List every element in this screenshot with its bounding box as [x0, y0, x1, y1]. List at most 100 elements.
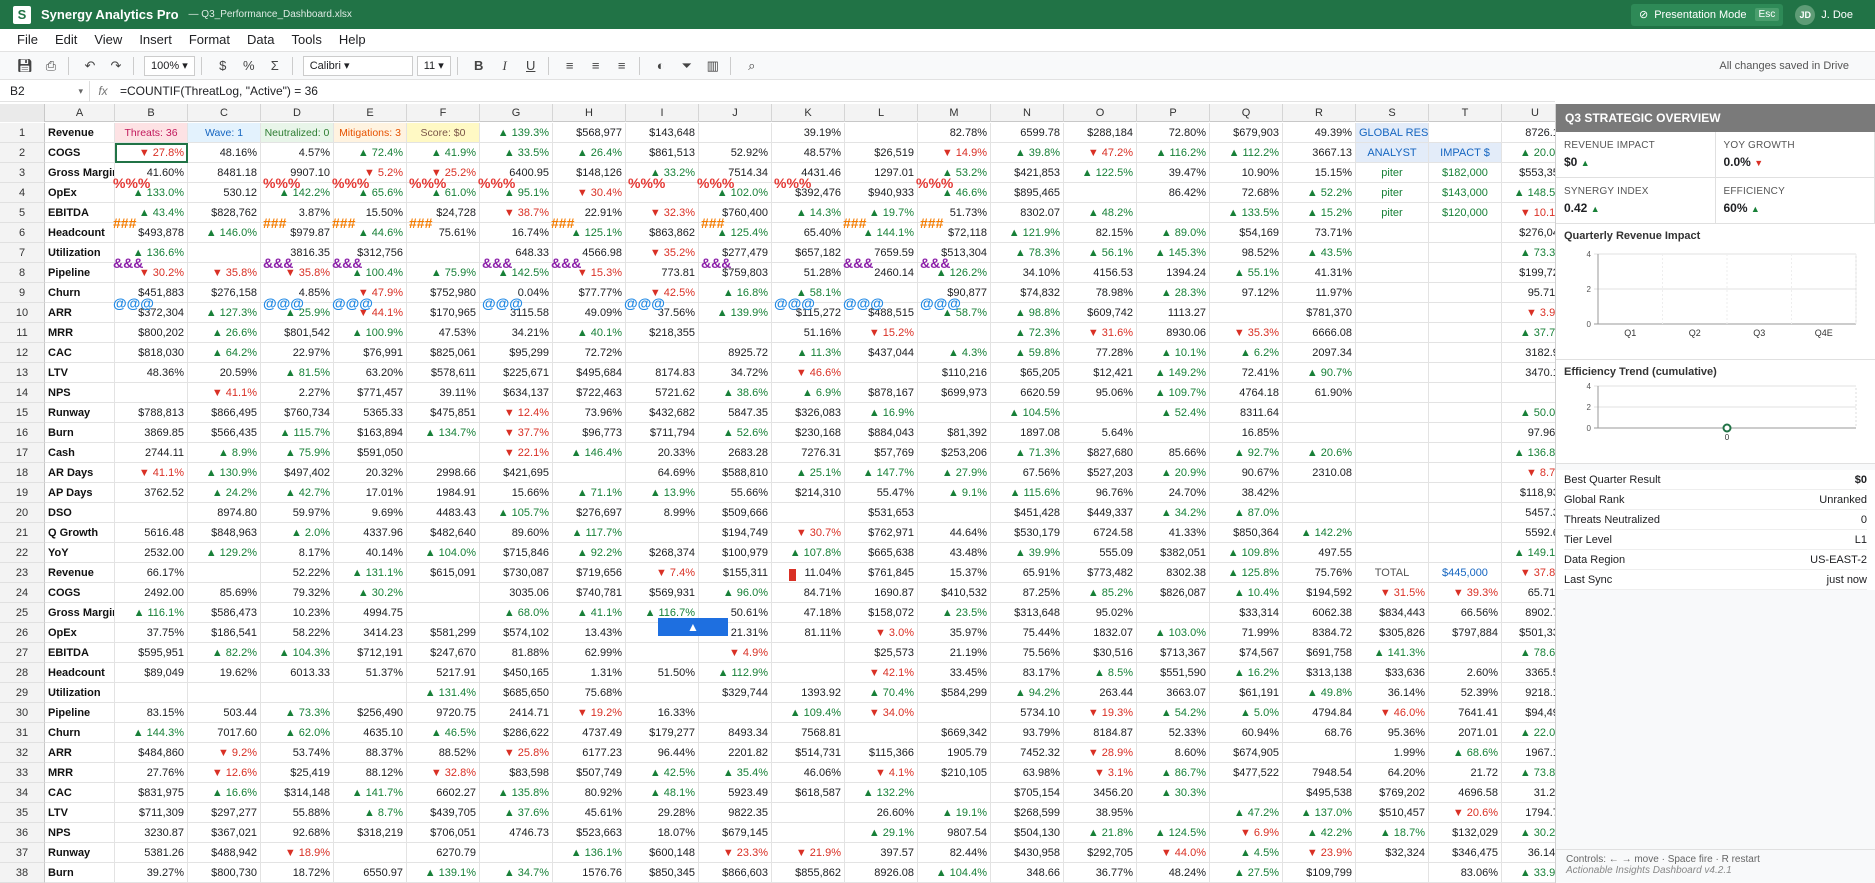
cell-n10[interactable]: ▲ 98.8%: [991, 303, 1064, 323]
cell-j13[interactable]: 34.72%: [699, 363, 772, 383]
cell-u15[interactable]: ▲ 50.0%: [1502, 403, 1555, 423]
cell-h24[interactable]: $740,781: [553, 583, 626, 603]
cell-m26[interactable]: 35.97%: [918, 623, 991, 643]
cell-n13[interactable]: $65,205: [991, 363, 1064, 383]
cell-n3[interactable]: $421,853: [991, 163, 1064, 183]
cell-e12[interactable]: $76,991: [334, 343, 407, 363]
cell-m4[interactable]: ▲ 46.6%: [918, 183, 991, 203]
cell-u13[interactable]: 3470.16: [1502, 363, 1555, 383]
cell-k21[interactable]: ▼ 30.7%: [772, 523, 845, 543]
cell-t17[interactable]: [1429, 443, 1502, 463]
cell-b31[interactable]: ▲ 144.3%: [115, 723, 188, 743]
cell-t8[interactable]: [1429, 263, 1502, 283]
cell-d30[interactable]: ▲ 73.3%: [261, 703, 334, 723]
cell-a2[interactable]: COGS: [45, 143, 115, 163]
cell-f25[interactable]: [407, 603, 480, 623]
cell-q32[interactable]: $674,905: [1210, 743, 1283, 763]
cell-t2[interactable]: IMPACT $: [1429, 143, 1502, 163]
cell-a34[interactable]: CAC: [45, 783, 115, 803]
cell-o6[interactable]: 82.15%: [1064, 223, 1137, 243]
cell-c20[interactable]: 8974.80: [188, 503, 261, 523]
cell-c11[interactable]: ▲ 26.6%: [188, 323, 261, 343]
cell-f35[interactable]: $439,705: [407, 803, 480, 823]
cell-r31[interactable]: 68.76: [1283, 723, 1356, 743]
row-header[interactable]: 19: [0, 483, 45, 503]
cell-r5[interactable]: ▲ 15.2%: [1283, 203, 1356, 223]
cell-u12[interactable]: 3182.97: [1502, 343, 1555, 363]
cell-f18[interactable]: 2998.66: [407, 463, 480, 483]
cell-k1[interactable]: 39.19%: [772, 123, 845, 143]
cell-c17[interactable]: ▲ 8.9%: [188, 443, 261, 463]
cell-b27[interactable]: $595,951: [115, 643, 188, 663]
cell-m1[interactable]: 82.78%: [918, 123, 991, 143]
cell-f16[interactable]: ▲ 134.7%: [407, 423, 480, 443]
cell-e3[interactable]: ▼ 5.2%: [334, 163, 407, 183]
column-header-u[interactable]: U: [1502, 104, 1555, 122]
cell-s9[interactable]: [1356, 283, 1429, 303]
cell-p3[interactable]: 39.47%: [1137, 163, 1210, 183]
cell-d4[interactable]: ▲ 142.2%: [261, 183, 334, 203]
cell-j1[interactable]: [699, 123, 772, 143]
cell-m6[interactable]: $72,118: [918, 223, 991, 243]
cell-s38[interactable]: [1356, 863, 1429, 883]
cell-i22[interactable]: $268,374: [626, 543, 699, 563]
cell-k3[interactable]: 4431.46: [772, 163, 845, 183]
cell-e9[interactable]: ▼ 47.9%: [334, 283, 407, 303]
cell-h23[interactable]: $719,656: [553, 563, 626, 583]
cell-d28[interactable]: 6013.33: [261, 663, 334, 683]
cell-n31[interactable]: 93.79%: [991, 723, 1064, 743]
cell-u32[interactable]: 1967.10: [1502, 743, 1555, 763]
cell-b15[interactable]: $788,813: [115, 403, 188, 423]
cell-a22[interactable]: YoY: [45, 543, 115, 563]
cell-f23[interactable]: $615,091: [407, 563, 480, 583]
cell-u10[interactable]: ▼ 3.9%: [1502, 303, 1555, 323]
cell-f28[interactable]: 5217.91: [407, 663, 480, 683]
cell-c6[interactable]: ▲ 146.0%: [188, 223, 261, 243]
cell-l7[interactable]: 7659.59: [845, 243, 918, 263]
row-header[interactable]: 27: [0, 643, 45, 663]
cell-e23[interactable]: ▲ 131.1%: [334, 563, 407, 583]
cell-c33[interactable]: ▼ 12.6%: [188, 763, 261, 783]
cell-c29[interactable]: [188, 683, 261, 703]
cell-r2[interactable]: 3667.13: [1283, 143, 1356, 163]
menu-format[interactable]: Format: [189, 32, 230, 47]
cell-r33[interactable]: 7948.54: [1283, 763, 1356, 783]
cell-s36[interactable]: ▲ 18.7%: [1356, 823, 1429, 843]
cell-a14[interactable]: NPS: [45, 383, 115, 403]
cell-t21[interactable]: [1429, 523, 1502, 543]
cell-k26[interactable]: 81.11%: [772, 623, 845, 643]
cell-r3[interactable]: 15.15%: [1283, 163, 1356, 183]
cell-m30[interactable]: [918, 703, 991, 723]
cell-e22[interactable]: 40.14%: [334, 543, 407, 563]
cell-b1[interactable]: Threats: 36: [115, 123, 188, 143]
cell-d36[interactable]: 92.68%: [261, 823, 334, 843]
cell-o13[interactable]: $12,421: [1064, 363, 1137, 383]
cell-c21[interactable]: $848,963: [188, 523, 261, 543]
row-header[interactable]: 13: [0, 363, 45, 383]
cell-g30[interactable]: 2414.71: [480, 703, 553, 723]
cell-c22[interactable]: ▲ 129.2%: [188, 543, 261, 563]
cell-l4[interactable]: $940,933: [845, 183, 918, 203]
font-select[interactable]: Calibri ▾: [302, 55, 413, 76]
cell-g19[interactable]: 15.66%: [480, 483, 553, 503]
cell-f21[interactable]: $482,640: [407, 523, 480, 543]
cell-m15[interactable]: [918, 403, 991, 423]
cell-b9[interactable]: $451,883: [115, 283, 188, 303]
cell-d21[interactable]: ▲ 2.0%: [261, 523, 334, 543]
cell-o37[interactable]: $292,705: [1064, 843, 1137, 863]
cell-p38[interactable]: 48.24%: [1137, 863, 1210, 883]
cell-n18[interactable]: 67.56%: [991, 463, 1064, 483]
cell-m23[interactable]: 15.37%: [918, 563, 991, 583]
cell-p28[interactable]: $551,590: [1137, 663, 1210, 683]
cell-n32[interactable]: 7452.32: [991, 743, 1064, 763]
row-header[interactable]: 38: [0, 863, 45, 883]
cell-o29[interactable]: 263.44: [1064, 683, 1137, 703]
cell-k35[interactable]: [772, 803, 845, 823]
cell-d25[interactable]: 10.23%: [261, 603, 334, 623]
cell-c38[interactable]: $800,730: [188, 863, 261, 883]
cell-q11[interactable]: ▼ 35.3%: [1210, 323, 1283, 343]
cell-d20[interactable]: 59.97%: [261, 503, 334, 523]
cell-c2[interactable]: 48.16%: [188, 143, 261, 163]
cell-a27[interactable]: EBITDA: [45, 643, 115, 663]
cell-t11[interactable]: [1429, 323, 1502, 343]
